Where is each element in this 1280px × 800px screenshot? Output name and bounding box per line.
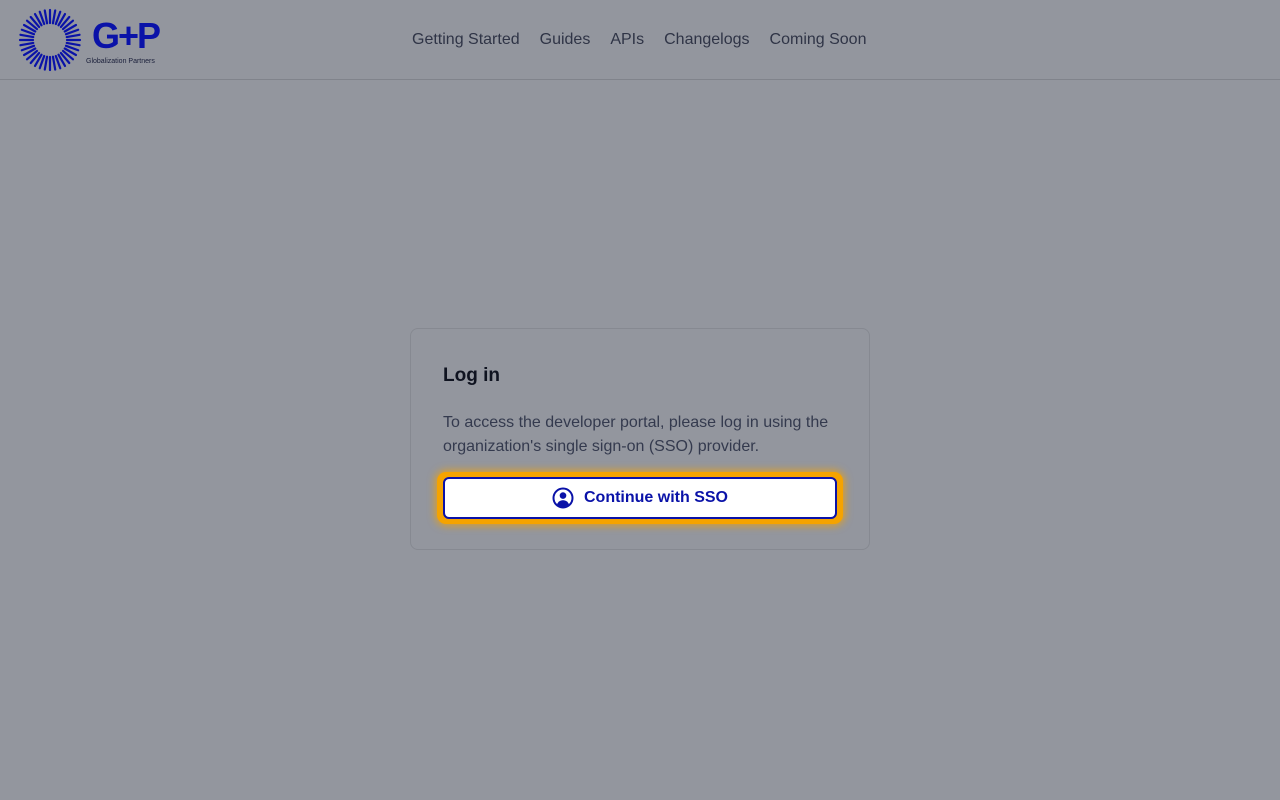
- user-circle-icon: [552, 487, 574, 509]
- site-header: G+P Globalization Partners Getting Start…: [0, 0, 1280, 80]
- nav-coming-soon[interactable]: Coming Soon: [760, 30, 877, 50]
- brand-logo[interactable]: G+P Globalization Partners: [18, 8, 168, 72]
- login-title: Log in: [443, 365, 500, 386]
- nav-apis[interactable]: APIs: [600, 30, 654, 50]
- login-card: Log in To access the developer portal, p…: [410, 328, 870, 550]
- sso-button-label: Continue with SSO: [584, 489, 728, 506]
- top-navigation: Getting Started Guides APIs Changelogs C…: [402, 0, 876, 80]
- nav-getting-started[interactable]: Getting Started: [402, 30, 530, 50]
- logo-wordmark: G+P: [92, 15, 161, 56]
- nav-changelogs[interactable]: Changelogs: [654, 30, 759, 50]
- nav-guides[interactable]: Guides: [530, 30, 601, 50]
- logo-subtitle: Globalization Partners: [86, 58, 155, 65]
- sunburst-logo-icon: [18, 8, 82, 72]
- continue-with-sso-button[interactable]: Continue with SSO: [443, 477, 837, 519]
- login-description: To access the developer portal, please l…: [443, 414, 829, 455]
